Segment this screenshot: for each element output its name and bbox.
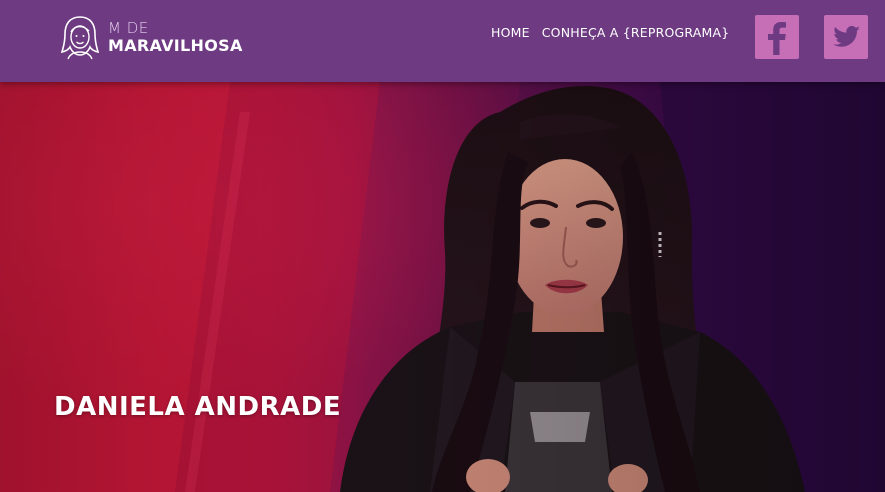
woman-face-logo-icon	[60, 14, 100, 60]
facebook-button[interactable]	[755, 15, 799, 59]
brand-text: M DE MARAVILHOSA	[108, 18, 243, 55]
twitter-icon	[824, 15, 868, 59]
brand-logo-link[interactable]: M DE MARAVILHOSA	[60, 14, 243, 60]
facebook-icon	[755, 15, 799, 59]
nav-reprograma-link[interactable]: CONHEÇA A {REPROGRAMA}	[542, 25, 730, 40]
hero-person-name: DANIELA ANDRADE	[54, 392, 342, 422]
brand-line2: MARAVILHOSA	[108, 35, 243, 55]
twitter-button[interactable]	[824, 15, 868, 59]
hero-photo	[0, 82, 885, 492]
hero-banner: DANIELA ANDRADE	[0, 82, 885, 492]
site-header: M DE MARAVILHOSA HOME CONHEÇA A {REPROGR…	[0, 0, 885, 82]
brand-line1: M DE	[108, 18, 149, 37]
page: M DE MARAVILHOSA HOME CONHEÇA A {REPROGR…	[0, 0, 885, 492]
main-nav: HOME CONHEÇA A {REPROGRAMA}	[491, 25, 729, 40]
nav-home-link[interactable]: HOME	[491, 25, 530, 40]
